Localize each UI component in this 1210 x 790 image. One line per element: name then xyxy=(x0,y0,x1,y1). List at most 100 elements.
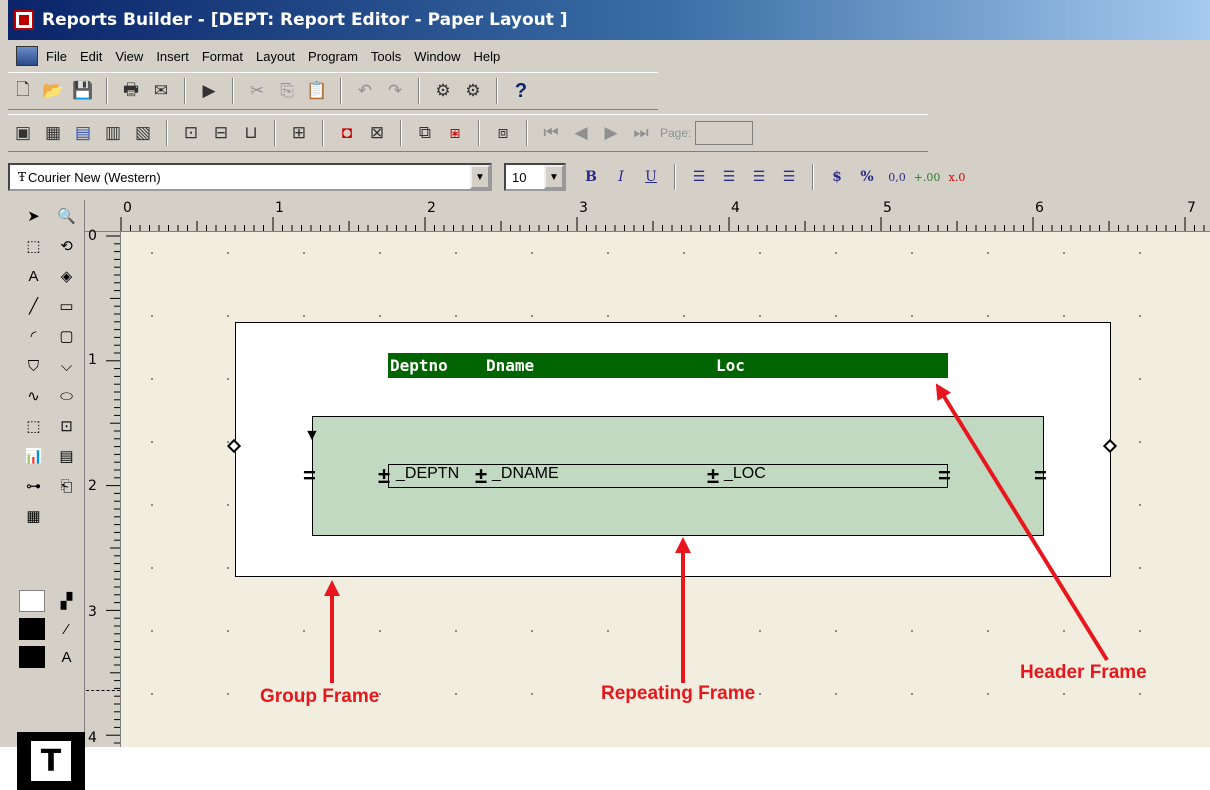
field-dname[interactable]: _DNAME xyxy=(492,465,559,483)
edit-margin-icon[interactable]: ⊡ xyxy=(178,120,204,146)
remove-decimal-button[interactable]: x.0 xyxy=(944,164,970,190)
mail-icon[interactable]: ✉ xyxy=(148,78,174,104)
menu-insert[interactable]: Insert xyxy=(156,49,189,64)
first-page-icon[interactable]: ⏮ xyxy=(538,120,564,146)
group-objects-icon[interactable]: ⧈ xyxy=(490,120,516,146)
page-number-input[interactable] xyxy=(695,121,754,145)
arc-tool-icon[interactable]: ◜ xyxy=(17,322,50,350)
header-frame[interactable]: Deptno Dname Loc xyxy=(388,353,948,378)
freehand-tool-icon[interactable]: ∿ xyxy=(17,382,50,410)
select-all-icon[interactable]: ⧆ xyxy=(442,120,468,146)
justify-icon[interactable]: ☰ xyxy=(776,164,802,190)
previous-page-icon[interactable]: ◀ xyxy=(568,120,594,146)
italic-button[interactable]: I xyxy=(608,164,634,190)
last-page-icon[interactable]: ⏭ xyxy=(628,120,654,146)
align-left-icon[interactable]: ☰ xyxy=(686,164,712,190)
line-tool-icon[interactable]: ╱ xyxy=(17,292,50,320)
field-handle-icon[interactable]: ± xyxy=(475,465,487,487)
body-section-icon[interactable]: ⊟ xyxy=(208,120,234,146)
report-wizard-icon[interactable]: ⚙ xyxy=(460,78,486,104)
paste-icon[interactable]: 📋 xyxy=(304,78,330,104)
cut-icon[interactable]: ✂ xyxy=(244,78,270,104)
font-name-select[interactable]: Ŧ Courier New (Western) ▼ xyxy=(8,163,492,191)
repeating-frame-tool-icon[interactable]: ⊡ xyxy=(50,412,83,440)
data-model-view-icon[interactable]: ▣ xyxy=(10,120,36,146)
select-parent-frame-icon[interactable]: ⧉ xyxy=(412,120,438,146)
magnify-icon[interactable]: 🔍 xyxy=(50,202,83,230)
copy-icon[interactable]: ⎘ xyxy=(274,78,300,104)
rounded-rect-tool-icon[interactable]: ▢ xyxy=(50,322,83,350)
field-handle-icon[interactable]: = xyxy=(938,465,951,487)
parameter-form-view-icon[interactable]: ▧ xyxy=(130,120,156,146)
chevron-down-icon[interactable]: ▼ xyxy=(544,165,564,189)
report-block-tool-icon[interactable]: ▦ xyxy=(17,502,50,530)
align-center-icon[interactable]: ☰ xyxy=(716,164,742,190)
percent-button[interactable]: % xyxy=(854,164,880,190)
ellipse-tool-icon[interactable]: ⬭ xyxy=(50,382,83,410)
menu-help[interactable]: Help xyxy=(474,49,501,64)
commas-button[interactable]: 0,0 xyxy=(884,164,910,190)
polyline-tool-icon[interactable]: ⌵ xyxy=(50,352,83,380)
polygon-tool-icon[interactable]: ⛉ xyxy=(17,352,50,380)
rotate-icon[interactable]: ⟲ xyxy=(50,232,83,260)
web-source-view-icon[interactable]: ▦ xyxy=(40,120,66,146)
align-objects-icon[interactable]: ⊞ xyxy=(286,120,312,146)
flex-on-icon[interactable]: ⊠ xyxy=(364,120,390,146)
field-handle-icon[interactable]: ± xyxy=(707,465,719,487)
undo-icon[interactable]: ↶ xyxy=(352,78,378,104)
button-tool-icon[interactable]: ⎗ xyxy=(50,472,83,500)
field-deptno[interactable]: _DEPTN xyxy=(396,465,459,483)
chevron-down-icon[interactable]: ▼ xyxy=(470,165,490,189)
save-icon[interactable]: 💾 xyxy=(70,78,96,104)
trailer-section-icon[interactable]: ⊔ xyxy=(238,120,264,146)
line-color-icon[interactable]: ⁄ xyxy=(50,615,83,643)
reshape-icon[interactable]: ◈ xyxy=(50,262,83,290)
menu-file[interactable]: File xyxy=(46,49,67,64)
add-decimal-button[interactable]: +.00 xyxy=(914,164,941,190)
font-size-select[interactable]: 10 ▼ xyxy=(504,163,566,191)
select-arrow-icon[interactable]: ➤ xyxy=(17,202,50,230)
menu-tools[interactable]: Tools xyxy=(371,49,401,64)
link-file-tool-icon[interactable]: ⊶ xyxy=(17,472,50,500)
data-wizard-icon[interactable]: ⚙ xyxy=(430,78,456,104)
text-color-icon[interactable]: A xyxy=(50,643,83,671)
line-color-swatch[interactable] xyxy=(19,618,45,640)
paper-design-view-icon[interactable]: ▥ xyxy=(100,120,126,146)
document-menu-icon[interactable] xyxy=(16,46,38,66)
fill-color-swatch[interactable] xyxy=(19,590,45,612)
print-icon[interactable]: 🖶 xyxy=(118,78,144,104)
field-loc[interactable]: _LOC xyxy=(724,465,766,483)
frame-tool-icon[interactable]: ⬚ xyxy=(17,412,50,440)
header-dname[interactable]: Dname xyxy=(486,356,534,375)
text-color-swatch[interactable] xyxy=(19,646,45,668)
underline-button[interactable]: U xyxy=(638,164,664,190)
text-tool-icon[interactable]: A xyxy=(17,262,50,290)
menu-view[interactable]: View xyxy=(115,49,143,64)
menu-edit[interactable]: Edit xyxy=(80,49,102,64)
repeating-frame-handle-right[interactable]: = xyxy=(1034,465,1047,487)
chart-tool-icon[interactable]: 📊 xyxy=(17,442,50,470)
paper-layout-view-icon[interactable]: ▤ xyxy=(70,120,96,146)
header-loc[interactable]: Loc xyxy=(716,356,745,375)
run-report-icon[interactable]: ▶ xyxy=(196,78,222,104)
header-deptno[interactable]: Deptno xyxy=(390,356,448,375)
frame-select-icon[interactable]: ⬚ xyxy=(17,232,50,260)
repeating-frame-handle-left[interactable]: = xyxy=(303,465,316,487)
confine-on-icon[interactable]: ◘ xyxy=(334,120,360,146)
align-right-icon[interactable]: ☰ xyxy=(746,164,772,190)
new-icon[interactable]: 🗋 xyxy=(10,78,36,104)
open-icon[interactable]: 📂 xyxy=(40,78,66,104)
currency-button[interactable]: $ xyxy=(824,164,850,190)
menu-program[interactable]: Program xyxy=(308,49,358,64)
field-tool-icon[interactable]: ▤ xyxy=(50,442,83,470)
next-page-icon[interactable]: ▶ xyxy=(598,120,624,146)
help-icon[interactable]: ? xyxy=(508,78,534,104)
bold-button[interactable]: B xyxy=(578,164,604,190)
redo-icon[interactable]: ↷ xyxy=(382,78,408,104)
menu-layout[interactable]: Layout xyxy=(256,49,295,64)
rectangle-tool-icon[interactable]: ▭ xyxy=(50,292,83,320)
menu-window[interactable]: Window xyxy=(414,49,460,64)
menu-format[interactable]: Format xyxy=(202,49,243,64)
fill-color-icon[interactable]: ▞ xyxy=(50,587,83,615)
field-handle-icon[interactable]: ± xyxy=(378,465,390,487)
